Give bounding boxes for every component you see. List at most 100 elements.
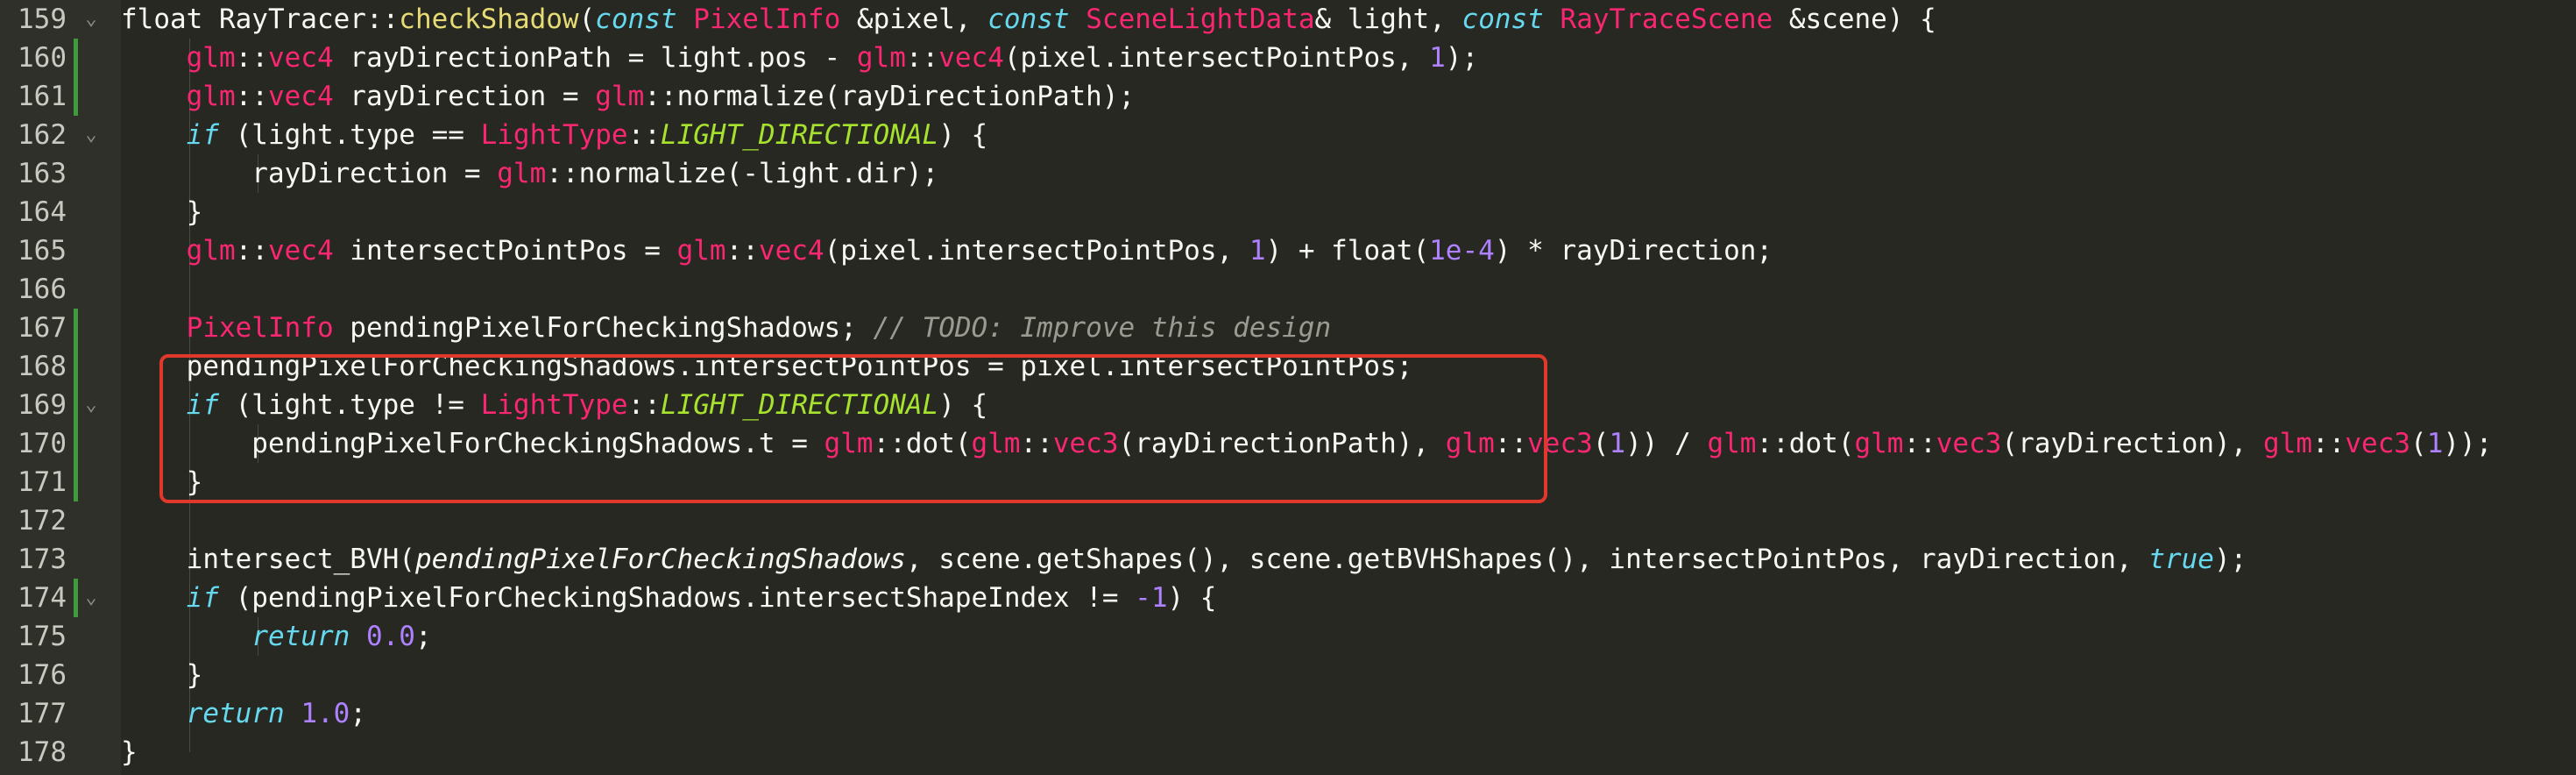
- gutter-row: 164: [0, 193, 121, 231]
- gutter-row: 178: [0, 733, 121, 771]
- code-text: )) /: [1625, 428, 1708, 459]
- line-number: 173: [18, 544, 67, 575]
- chevron-down-icon[interactable]: ⌄: [82, 579, 100, 617]
- git-modified-indicator: [74, 347, 78, 386]
- code-text: ;: [414, 621, 432, 652]
- type-token: vec4: [267, 235, 334, 267]
- number-literal: 1e-4: [1429, 235, 1495, 267]
- code-text: rayDirection =: [121, 158, 498, 189]
- type-token: vec3: [1936, 428, 2002, 459]
- code-text: ::: [365, 4, 400, 35]
- code-text: pendingPixelForCheckingShadows;: [333, 312, 874, 344]
- line-number: 162: [18, 119, 67, 151]
- line-number: 159: [18, 4, 67, 35]
- code-text: &scene) {: [1773, 4, 1936, 35]
- code-text: ::: [905, 42, 939, 74]
- code-text: ) {: [1167, 582, 1217, 614]
- line-number: 174: [18, 582, 67, 614]
- type-token: glm: [1854, 428, 1904, 459]
- code-text: (pixel.intersectPointPos,: [1003, 42, 1430, 74]
- line-number: 168: [18, 351, 67, 382]
- type-token: glm: [595, 81, 645, 112]
- number-literal: 1: [1609, 428, 1626, 459]
- line-number: 169: [18, 389, 67, 421]
- code-line[interactable]: rayDirection = glm::normalize(-light.dir…: [121, 154, 938, 193]
- gutter-row: 172: [0, 501, 121, 540]
- gutter-row: 176: [0, 656, 121, 694]
- type-token: PixelInfo: [693, 4, 841, 35]
- line-number-gutter: 159 ⌄ 160 161 162 ⌄ 163 164 165 166 167 168 169 ⌄ 170 1…: [0, 0, 121, 775]
- line-number: 165: [18, 235, 67, 267]
- gutter-row: 177: [0, 694, 121, 733]
- keyword-token: return: [251, 621, 350, 652]
- code-text: ::: [235, 42, 268, 74]
- number-literal: 1: [2426, 428, 2444, 459]
- gutter-row: 165: [0, 231, 121, 270]
- gutter-row: 170: [0, 424, 121, 463]
- number-literal: 1: [1249, 235, 1266, 267]
- code-line[interactable]: }: [121, 193, 203, 231]
- code-text: & light,: [1314, 4, 1462, 35]
- gutter-row: 168: [0, 347, 121, 386]
- type-token: PixelInfo: [186, 312, 334, 344]
- line-number: 175: [18, 621, 67, 652]
- code-line[interactable]: return 0.0;: [121, 617, 432, 656]
- code-editor[interactable]: 159 ⌄ 160 161 162 ⌄ 163 164 165 166 167 168 169 ⌄ 170 1…: [0, 0, 2576, 775]
- code-text: ::: [1903, 428, 1936, 459]
- code-line[interactable]: glm::vec4 intersectPointPos = glm::vec4(…: [121, 231, 1773, 270]
- line-number: 160: [18, 42, 67, 74]
- git-modified-indicator: [74, 463, 78, 501]
- code-line[interactable]: }: [121, 733, 138, 771]
- code-text: ::: [235, 235, 268, 267]
- code-text: rayDirectionPath = light.pos -: [333, 42, 857, 74]
- code-text: float: [121, 4, 219, 35]
- number-literal: -1: [1135, 582, 1168, 614]
- line-number: 164: [18, 196, 67, 228]
- code-text: ));: [2443, 428, 2493, 459]
- type-token: glm: [186, 235, 236, 267]
- line-number: 177: [18, 698, 67, 729]
- chevron-down-icon[interactable]: ⌄: [82, 116, 100, 154]
- code-line[interactable]: PixelInfo pendingPixelForCheckingShadows…: [121, 309, 1331, 347]
- line-number: 167: [18, 312, 67, 344]
- code-text: intersect_BVH(: [121, 544, 415, 575]
- code-line[interactable]: }: [121, 656, 203, 694]
- gutter-row: 162 ⌄: [0, 116, 121, 154]
- number-literal: 1.0: [301, 698, 350, 729]
- type-token: RayTraceScene: [1560, 4, 1773, 35]
- git-modified-indicator: [74, 39, 78, 77]
- code-text: ) * rayDirection;: [1494, 235, 1773, 267]
- code-text: (pendingPixelForCheckingShadows.intersec…: [218, 582, 1136, 614]
- code-text: ) {: [938, 119, 988, 151]
- highlight-annotation-box: [159, 354, 1547, 503]
- chevron-down-icon[interactable]: ⌄: [82, 0, 100, 39]
- code-line[interactable]: glm::vec4 rayDirection = glm::normalize(…: [121, 77, 1136, 116]
- code-line[interactable]: return 1.0;: [121, 694, 366, 733]
- code-text: (rayDirection),: [2001, 428, 2264, 459]
- code-text: rayDirection =: [333, 81, 596, 112]
- gutter-row: 163: [0, 154, 121, 193]
- type-token: glm: [497, 158, 547, 189]
- git-modified-indicator: [74, 424, 78, 463]
- type-token: glm: [186, 42, 236, 74]
- type-token: vec4: [267, 42, 334, 74]
- type-token: LightType: [480, 119, 628, 151]
- code-text: pendingPixelForCheckingShadows: [414, 544, 906, 575]
- keyword-token: if: [186, 119, 219, 151]
- code-line[interactable]: intersect_BVH(pendingPixelForCheckingSha…: [121, 540, 2247, 579]
- gutter-row: 169 ⌄: [0, 386, 121, 424]
- code-text: ::: [627, 119, 661, 151]
- code-line[interactable]: float RayTracer::checkShadow(const Pixel…: [121, 0, 1936, 39]
- code-line[interactable]: glm::vec4 rayDirectionPath = light.pos -…: [121, 39, 1478, 77]
- chevron-down-icon[interactable]: ⌄: [82, 386, 100, 424]
- type-token: vec3: [2345, 428, 2411, 459]
- keyword-token: if: [186, 582, 219, 614]
- gutter-row: 171: [0, 463, 121, 501]
- code-line[interactable]: if (light.type == LightType::LIGHT_DIREC…: [121, 116, 988, 154]
- git-modified-indicator: [74, 579, 78, 617]
- code-line[interactable]: if (pendingPixelForCheckingShadows.inter…: [121, 579, 1217, 617]
